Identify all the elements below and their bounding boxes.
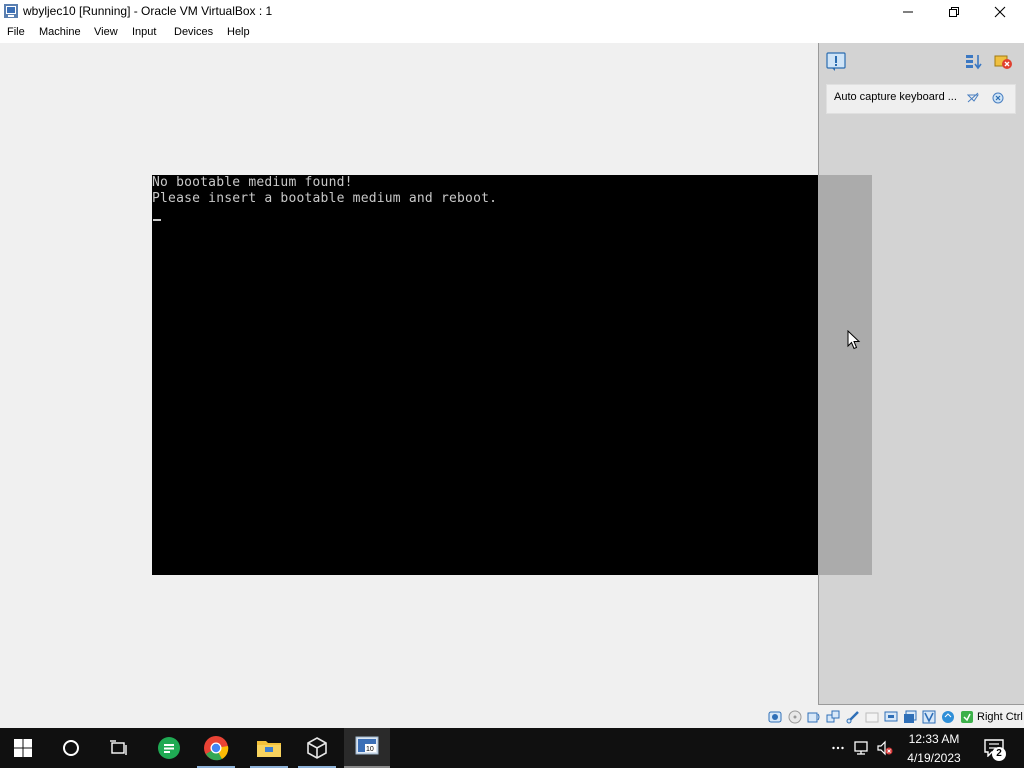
mouse-integration-status-icon[interactable] (941, 710, 955, 724)
notification-center-toggle[interactable] (826, 52, 846, 72)
notification-close-icon[interactable] (992, 92, 1004, 104)
hard-disk-status-icon[interactable] (768, 710, 782, 724)
minimize-icon (903, 11, 913, 12)
notification-alert-icon (826, 52, 846, 71)
volume-muted-tray-icon[interactable] (876, 739, 894, 757)
file-explorer-taskbar-button[interactable] (246, 728, 292, 768)
vm-screen-overlay (818, 175, 872, 575)
show-hidden-icons-icon[interactable] (831, 741, 845, 755)
sheets-icon (158, 737, 180, 759)
window-title: wbyljec10 [Running] - Oracle VM VirtualB… (23, 4, 273, 18)
optical-drive-status-icon[interactable] (788, 710, 802, 724)
menu-input[interactable]: Input (132, 26, 156, 38)
sort-icon (966, 55, 982, 70)
clock-date[interactable]: 4/19/2023 (901, 751, 967, 765)
task-view-button[interactable] (96, 728, 142, 768)
windows-logo-icon (14, 739, 32, 757)
audio-status-icon[interactable] (807, 710, 821, 724)
restore-button[interactable] (931, 0, 977, 23)
minimize-button[interactable] (885, 0, 931, 23)
network-tray-icon[interactable] (853, 739, 871, 757)
text-cursor (153, 219, 161, 221)
host-key-label: Right Ctrl (977, 711, 1023, 723)
network-status-icon[interactable] (826, 710, 840, 724)
sort-notifications-button[interactable] (964, 52, 984, 72)
folder-icon (257, 741, 281, 757)
mouse-pointer-icon (847, 330, 861, 350)
display-status-icon[interactable] (884, 710, 898, 724)
clock-time[interactable]: 12:33 AM (903, 732, 965, 746)
close-icon (994, 6, 1006, 17)
action-center-button[interactable]: 2 (978, 728, 1018, 768)
menu-devices[interactable]: Devices (174, 26, 213, 38)
title-bar: wbyljec10 [Running] - Oracle VM VirtualB… (0, 0, 1024, 23)
close-button[interactable] (977, 0, 1023, 23)
menu-machine[interactable]: Machine (39, 26, 81, 38)
search-button[interactable] (48, 728, 94, 768)
task-view-icon (110, 740, 127, 755)
notification-count-badge: 2 (992, 747, 1006, 761)
menu-bar: File Machine View Input Devices Help (0, 23, 1024, 43)
console-line-2: Please insert a bootable medium and rebo… (152, 191, 498, 206)
usb-status-icon[interactable] (846, 710, 860, 724)
virtualization-status-icon[interactable] (922, 710, 936, 724)
chrome-taskbar-button[interactable] (193, 728, 239, 768)
restore-icon (949, 6, 959, 17)
cortana-circle-icon (63, 740, 79, 756)
menu-file[interactable]: File (7, 26, 25, 38)
start-button[interactable] (0, 728, 46, 768)
chrome-icon (204, 736, 229, 761)
console-line-1: No bootable medium found! (152, 175, 353, 190)
close-all-icon (994, 55, 1012, 69)
shared-folders-status-icon[interactable] (865, 710, 879, 724)
notification-text: Auto capture keyboard ... (834, 91, 957, 103)
close-all-notifications-button[interactable] (993, 52, 1013, 72)
virtualbox-cube-icon (307, 737, 327, 759)
notification-card[interactable]: Auto capture keyboard ... (826, 84, 1016, 114)
google-sheets-taskbar-button[interactable] (146, 728, 192, 768)
virtualbox-vm-icon (4, 4, 18, 18)
menu-view[interactable]: View (94, 26, 118, 38)
recording-status-icon[interactable] (903, 710, 917, 724)
vm-window-taskbar-button[interactable]: 10 (344, 728, 390, 768)
vm-window-icon: 10 (355, 736, 379, 755)
menu-help[interactable]: Help (227, 26, 250, 38)
vm-console-screen[interactable]: No bootable medium found! Please insert … (152, 175, 872, 575)
virtualbox-manager-taskbar-button[interactable] (294, 728, 340, 768)
dont-show-again-icon[interactable] (967, 92, 979, 104)
svg-text:10: 10 (366, 746, 374, 753)
keyboard-capture-status-icon[interactable] (960, 710, 974, 724)
